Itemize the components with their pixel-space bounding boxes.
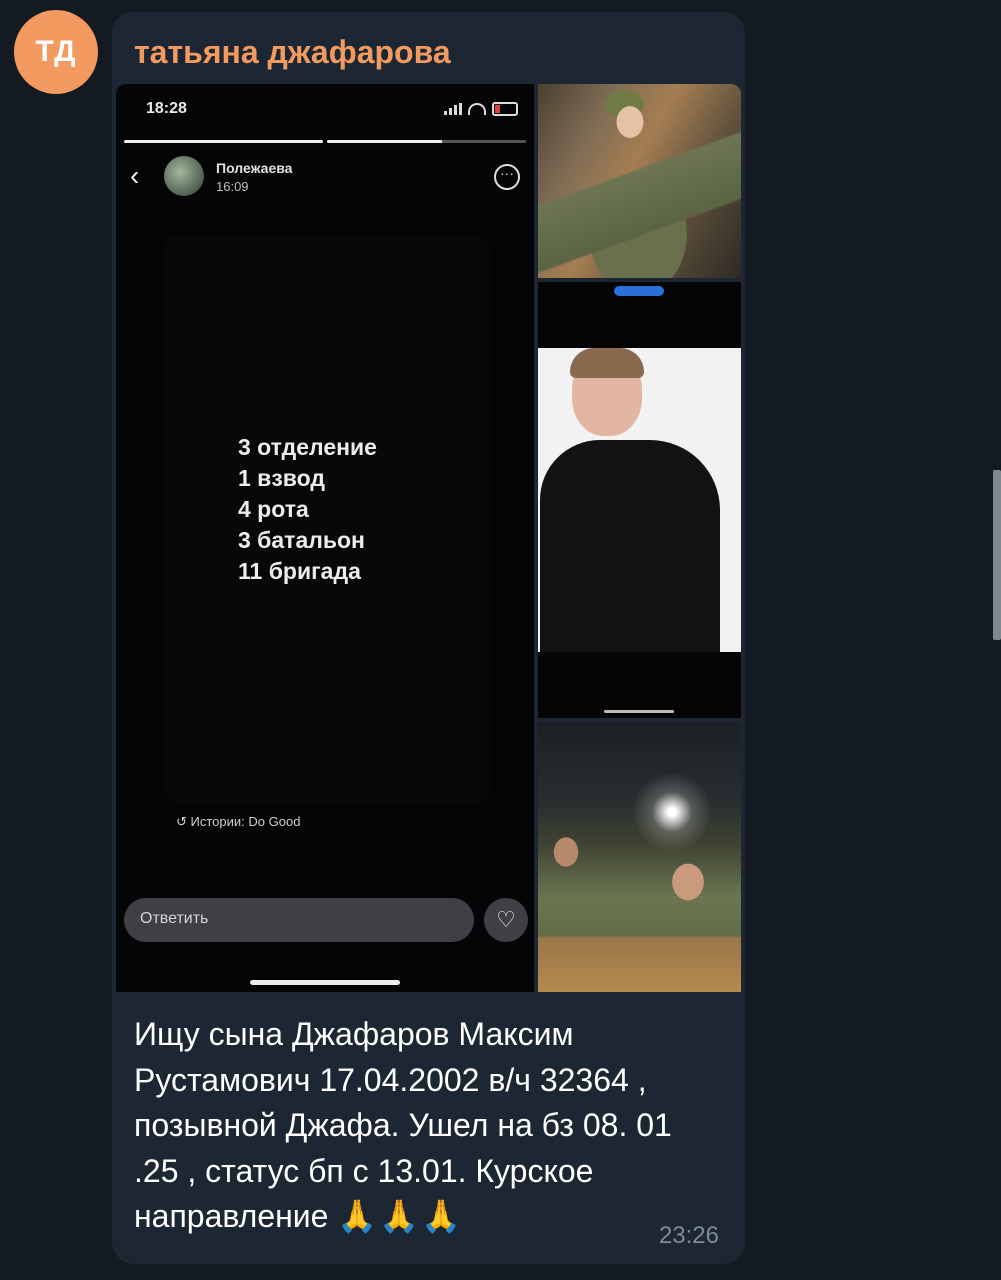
portrait-hair bbox=[570, 348, 644, 378]
story-status-icons bbox=[444, 102, 518, 116]
more-icon: ··· bbox=[494, 164, 520, 190]
sender-name[interactable]: татьяна джафарова bbox=[134, 34, 451, 71]
photo-portrait[interactable] bbox=[538, 282, 741, 718]
media-album: 18:28 ‹ Полежаева 16:09 ··· 3 отделение … bbox=[116, 84, 741, 992]
story-line: 1 взвод bbox=[238, 465, 325, 491]
story-status-time: 18:28 bbox=[146, 100, 187, 117]
message-caption: Ищу сына Джафаров Максим Рустамович 17.0… bbox=[134, 1012, 724, 1240]
story-reply-field: Ответить bbox=[124, 898, 474, 942]
story-progress bbox=[124, 140, 526, 143]
story-progress-segment bbox=[124, 140, 323, 143]
message-time: 23:26 bbox=[658, 1222, 719, 1249]
pray-emoji: 🙏🙏🙏 bbox=[337, 1198, 463, 1234]
story-user-avatar bbox=[164, 156, 204, 196]
portrait-image bbox=[538, 348, 741, 652]
photo-badge bbox=[614, 286, 664, 296]
story-line: 3 отделение bbox=[238, 434, 377, 460]
story-credit: ↺ Истории: Do Good bbox=[176, 814, 300, 830]
story-progress-fill bbox=[327, 140, 443, 143]
story-text: 3 отделение 1 взвод 4 рота 3 батальон 11… bbox=[238, 432, 377, 587]
story-screenshot[interactable]: 18:28 ‹ Полежаева 16:09 ··· 3 отделение … bbox=[116, 84, 534, 992]
story-line: 11 бригада bbox=[238, 558, 361, 584]
sender-avatar[interactable]: ТД bbox=[14, 10, 98, 94]
wifi-icon bbox=[468, 103, 486, 115]
story-credit-text: Истории: Do Good bbox=[190, 814, 301, 829]
battery-icon bbox=[492, 102, 518, 116]
story-progress-fill bbox=[124, 140, 323, 143]
story-line: 3 батальон bbox=[238, 527, 365, 553]
story-progress-segment bbox=[327, 140, 526, 143]
home-indicator bbox=[250, 980, 400, 985]
repost-icon: ↺ bbox=[176, 814, 187, 829]
scrollbar[interactable] bbox=[993, 470, 1001, 640]
story-post-time: 16:09 bbox=[216, 179, 249, 194]
avatar-initials: ТД bbox=[35, 35, 77, 68]
photo-soldier-with-rifle[interactable] bbox=[538, 84, 741, 278]
photo-soldiers-group[interactable] bbox=[538, 722, 741, 992]
story-username: Полежаева bbox=[216, 160, 293, 176]
home-indicator bbox=[604, 710, 674, 713]
portrait-body bbox=[540, 440, 720, 652]
message-bubble[interactable]: татьяна джафарова 18:28 ‹ Полежаева 16:0… bbox=[112, 12, 745, 1264]
story-line: 4 рота bbox=[238, 496, 309, 522]
chevron-left-icon: ‹ bbox=[130, 160, 140, 191]
heart-icon: ♡ bbox=[484, 898, 528, 942]
signal-icon bbox=[444, 103, 462, 115]
